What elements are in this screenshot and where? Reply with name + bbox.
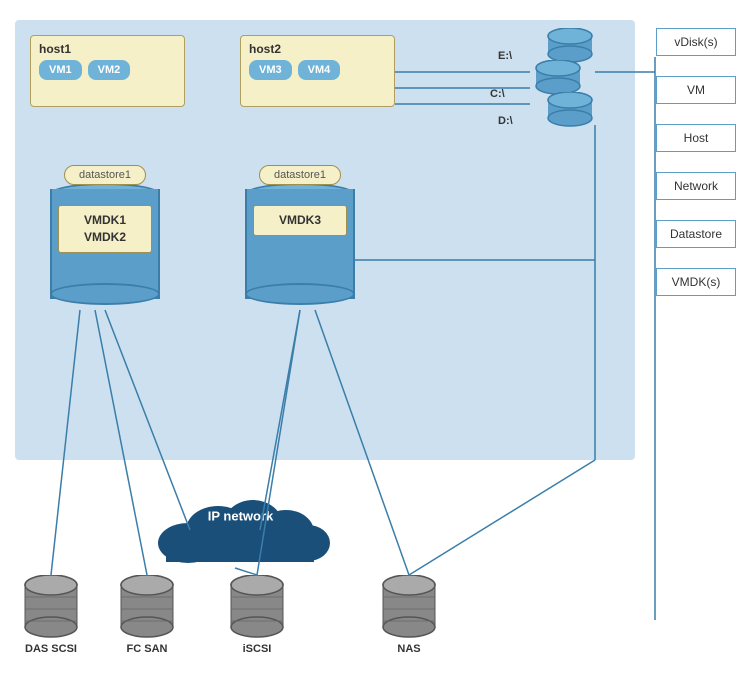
datastore1-container: datastore1 VMDK1 VMDK2: [50, 165, 160, 305]
nas-cylinder-icon: [380, 575, 438, 639]
das-label: DAS SCSI: [25, 643, 77, 655]
disk-d: [545, 92, 595, 132]
das-cylinder-icon: [22, 575, 80, 639]
host2-box: host2 VM3 VM4: [240, 35, 395, 107]
iscsi-label: iSCSI: [243, 643, 272, 655]
cloud-container: IP network: [148, 488, 333, 570]
host2-vm-row: VM3 VM4: [249, 60, 386, 80]
cloud-label: IP network: [148, 509, 333, 524]
ds1-cylinder: VMDK1 VMDK2: [50, 175, 160, 305]
right-vdisk: vDisk(s): [656, 28, 736, 56]
right-vmdk: VMDK(s): [656, 268, 736, 296]
datastore2-container: datastore1 VMDK3: [245, 165, 355, 305]
vm3-box: VM3: [249, 60, 292, 80]
iscsi-item: iSCSI: [228, 575, 286, 655]
right-vm: VM: [656, 76, 736, 104]
drive-e-label: E:\: [498, 50, 512, 62]
right-datastore: Datastore: [656, 220, 736, 248]
ds1-label: datastore1: [64, 165, 146, 185]
ds2-cylinder-bottom: [245, 283, 355, 305]
right-network: Network: [656, 172, 736, 200]
host1-label: host1: [39, 42, 176, 56]
fc-cylinder-icon: [118, 575, 176, 639]
ds1-cylinder-bottom: [50, 283, 160, 305]
nas-label: NAS: [397, 643, 420, 655]
host1-box: host1 VM1 VM2: [30, 35, 185, 107]
ds2-vmdk-box: VMDK3: [253, 205, 347, 236]
vm1-box: VM1: [39, 60, 82, 80]
fc-label: FC SAN: [127, 643, 168, 655]
iscsi-cylinder-icon: [228, 575, 286, 639]
host2-label: host2: [249, 42, 386, 56]
diagram: host1 VM1 VM2 host2 VM3 VM4 datastore1 V…: [0, 0, 741, 693]
host1-vm-row: VM1 VM2: [39, 60, 176, 80]
ds2-label: datastore1: [259, 165, 341, 185]
drive-d-label: D:\: [498, 115, 513, 127]
vm4-box: VM4: [298, 60, 341, 80]
ds2-cylinder: VMDK3: [245, 175, 355, 305]
cloud-svg: [148, 488, 333, 570]
right-host: Host: [656, 124, 736, 152]
fc-san-item: FC SAN: [118, 575, 176, 655]
vm2-box: VM2: [88, 60, 131, 80]
das-scsi-item: DAS SCSI: [22, 575, 80, 655]
ds1-vmdk-box: VMDK1 VMDK2: [58, 205, 152, 253]
nas-item: NAS: [380, 575, 438, 655]
drive-c-label: C:\: [490, 88, 505, 100]
right-panel: vDisk(s) VM Host Network Datastore VMDK(…: [656, 28, 736, 296]
